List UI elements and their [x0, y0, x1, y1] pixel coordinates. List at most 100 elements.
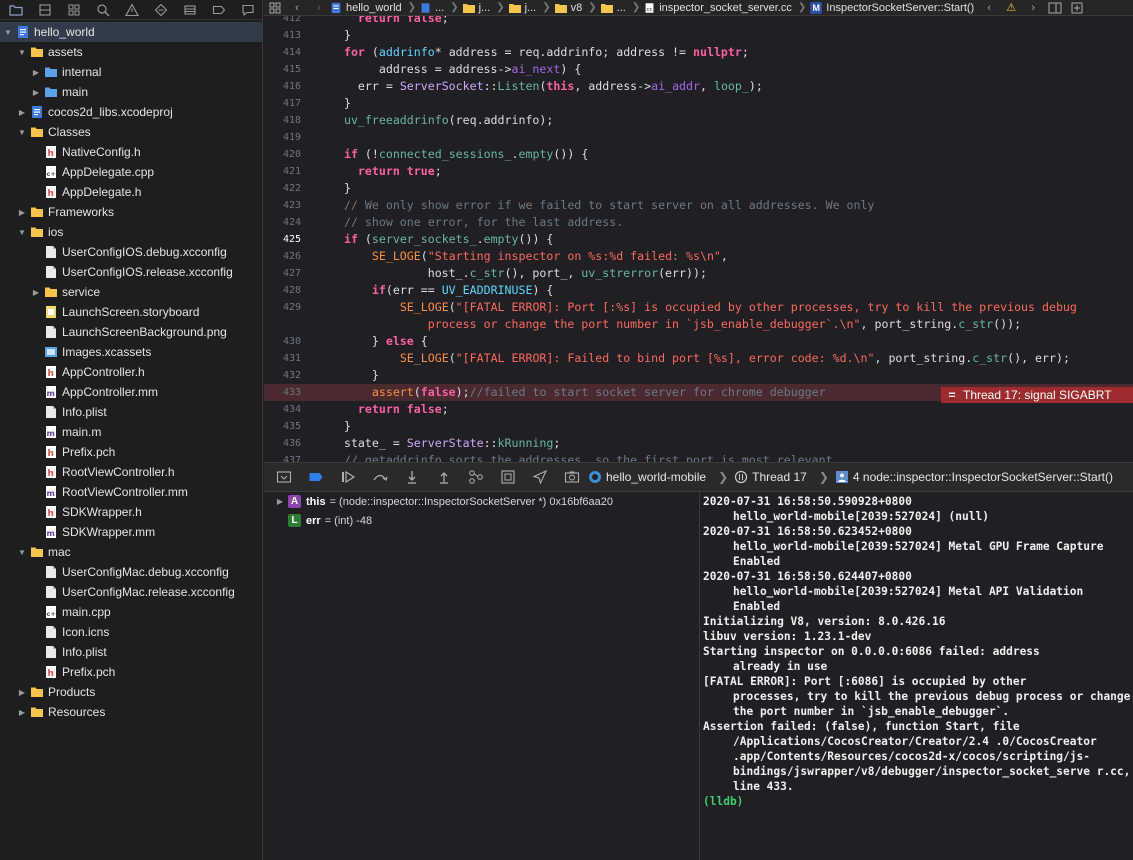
process-selector[interactable]: hello_world-mobile	[588, 470, 706, 484]
code-line[interactable]: 429 SE_LOGE("[FATAL ERROR]: Port [:%s] i…	[264, 299, 1133, 316]
tree-item[interactable]: h Prefix.pch	[0, 442, 262, 462]
line-number[interactable]: 432	[264, 367, 301, 384]
line-number[interactable]: 421	[264, 163, 301, 180]
thread-selector[interactable]: Thread 17	[734, 470, 807, 484]
code-line[interactable]: process or change the port number in `js…	[264, 316, 1133, 333]
editor-options-icon[interactable]	[1044, 0, 1066, 16]
tree-item[interactable]: ▼ hello_world	[0, 22, 262, 42]
back-arrow-icon[interactable]: ‹	[286, 0, 308, 16]
breadcrumb-group[interactable]: ...	[420, 2, 444, 14]
breadcrumb-folder[interactable]: v8	[554, 2, 582, 14]
code-line[interactable]: 423 // We only show error if we failed t…	[264, 197, 1133, 214]
disclosure-closed-icon[interactable]: ▶	[30, 86, 42, 98]
line-number[interactable]: 437	[264, 452, 301, 462]
source-editor[interactable]: 412 return false; 413 } 414 for (addrinfo*…	[264, 16, 1133, 462]
step-out-icon[interactable]	[428, 463, 460, 491]
breadcrumb-file[interactable]: cc inspector_socket_server.cc	[644, 2, 792, 14]
tree-item[interactable]: ▼ assets	[0, 42, 262, 62]
tree-item[interactable]: Icon.icns	[0, 622, 262, 642]
line-number[interactable]: 433	[264, 384, 301, 401]
code-line[interactable]: 431 SE_LOGE("[FATAL ERROR]: Failed to bi…	[264, 350, 1133, 367]
variable-row[interactable]: ▶ Athis = (node::inspector::InspectorSocke…	[264, 492, 699, 511]
tree-item[interactable]: UserConfigIOS.release.xcconfig	[0, 262, 262, 282]
line-number[interactable]: 419	[264, 129, 301, 146]
warning-icon[interactable]: ⚠	[1000, 0, 1022, 16]
code-line[interactable]: 415 address = address->ai_next) {	[264, 61, 1133, 78]
line-number[interactable]: 413	[264, 27, 301, 44]
forward-arrow-icon[interactable]: ›	[308, 0, 330, 16]
breadcrumb-project[interactable]: hello_world	[330, 2, 402, 14]
code-line[interactable]: 419	[264, 129, 1133, 146]
tree-item[interactable]: c+ AppDelegate.cpp	[0, 162, 262, 182]
code-line[interactable]: 427 host_.c_str(), port_, uv_strerror(er…	[264, 265, 1133, 282]
line-number[interactable]: 418	[264, 112, 301, 129]
disclosure-closed-icon[interactable]: ▶	[16, 706, 28, 718]
previous-issue-icon[interactable]: ‹	[978, 0, 1000, 16]
code-line[interactable]: 420 if (!connected_sessions_.empty()) {	[264, 146, 1133, 163]
disclosure-open-icon[interactable]: ▼	[16, 126, 28, 138]
line-number[interactable]: 414	[264, 44, 301, 61]
tree-item[interactable]: ▼ Classes	[0, 122, 262, 142]
tree-item[interactable]: Info.plist	[0, 642, 262, 662]
line-number[interactable]: 435	[264, 418, 301, 435]
code-line[interactable]: 416 err = ServerSocket::Listen(this, add…	[264, 78, 1133, 95]
line-number[interactable]: 417	[264, 95, 301, 112]
line-number[interactable]: 425	[264, 231, 301, 248]
tree-item[interactable]: UserConfigMac.release.xcconfig	[0, 582, 262, 602]
breadcrumb-folder[interactable]: ...	[600, 2, 626, 14]
code-line[interactable]: 436 state_ = ServerState::kRunning;	[264, 435, 1133, 452]
tree-item[interactable]: m SDKWrapper.mm	[0, 522, 262, 542]
disclosure-open-icon[interactable]: ▼	[16, 546, 28, 558]
line-number[interactable]: 422	[264, 180, 301, 197]
tree-item[interactable]: ▶ internal	[0, 62, 262, 82]
tree-item[interactable]: Info.plist	[0, 402, 262, 422]
code-line[interactable]: 435 }	[264, 418, 1133, 435]
disclosure-closed-icon[interactable]: ▶	[16, 106, 28, 118]
tree-item[interactable]: ▼ ios	[0, 222, 262, 242]
tree-item[interactable]: ▶ main	[0, 82, 262, 102]
tree-item[interactable]: Images.xcassets	[0, 342, 262, 362]
signal-badge[interactable]: = Thread 17: signal SIGABRT	[941, 387, 1133, 403]
line-number[interactable]: 431	[264, 350, 301, 367]
tree-item[interactable]: UserConfigIOS.debug.xcconfig	[0, 242, 262, 262]
tree-item[interactable]: ▶ service	[0, 282, 262, 302]
hide-debug-area-icon[interactable]	[268, 463, 300, 491]
code-line[interactable]: 417 }	[264, 95, 1133, 112]
line-number[interactable]: 426	[264, 248, 301, 265]
line-number[interactable]: 412	[264, 16, 301, 27]
code-line[interactable]: 426 SE_LOGE("Starting inspector on %s:%d…	[264, 248, 1133, 265]
code-line[interactable]: 421 return true;	[264, 163, 1133, 180]
tree-item[interactable]: h Prefix.pch	[0, 662, 262, 682]
line-number[interactable]: 416	[264, 78, 301, 95]
code-line[interactable]: 412 return false;	[264, 16, 1133, 27]
tree-item[interactable]: m main.m	[0, 422, 262, 442]
disclosure-open-icon[interactable]: ▼	[16, 46, 28, 58]
line-number[interactable]: 434	[264, 401, 301, 418]
line-number[interactable]: 424	[264, 214, 301, 231]
line-number[interactable]: 429	[264, 299, 301, 316]
tree-item[interactable]: ▶ Resources	[0, 702, 262, 722]
step-over-icon[interactable]	[364, 463, 396, 491]
camera-icon[interactable]	[556, 463, 588, 491]
code-line[interactable]: 424 // show one error, for the last addr…	[264, 214, 1133, 231]
disclosure-closed-icon[interactable]: ▶	[16, 686, 28, 698]
tree-item[interactable]: ▶ cocos2d_libs.xcodeproj	[0, 102, 262, 122]
disclosure-closed-icon[interactable]: ▶	[30, 286, 42, 298]
debug-console[interactable]: 2020-07-31 16:58:50.590928+0800 hello_wor…	[701, 492, 1133, 860]
line-number[interactable]: 420	[264, 146, 301, 163]
line-number[interactable]: 415	[264, 61, 301, 78]
disclosure-open-icon[interactable]: ▼	[16, 226, 28, 238]
add-editor-icon[interactable]	[1066, 0, 1088, 16]
breadcrumb-method[interactable]: M InspectorSocketServer::Start()	[810, 1, 974, 14]
related-items-icon[interactable]	[264, 0, 286, 16]
code-line[interactable]: 413 }	[264, 27, 1133, 44]
test-icon[interactable]	[146, 0, 175, 20]
memory-graph-icon[interactable]	[492, 463, 524, 491]
tree-item[interactable]: LaunchScreenBackground.png	[0, 322, 262, 342]
report-icon[interactable]	[233, 0, 262, 20]
view-hierarchy-icon[interactable]	[460, 463, 492, 491]
tree-item[interactable]: h SDKWrapper.h	[0, 502, 262, 522]
line-number[interactable]: 428	[264, 282, 301, 299]
disclosure-open-icon[interactable]: ▼	[2, 26, 14, 38]
next-issue-icon[interactable]: ›	[1022, 0, 1044, 16]
